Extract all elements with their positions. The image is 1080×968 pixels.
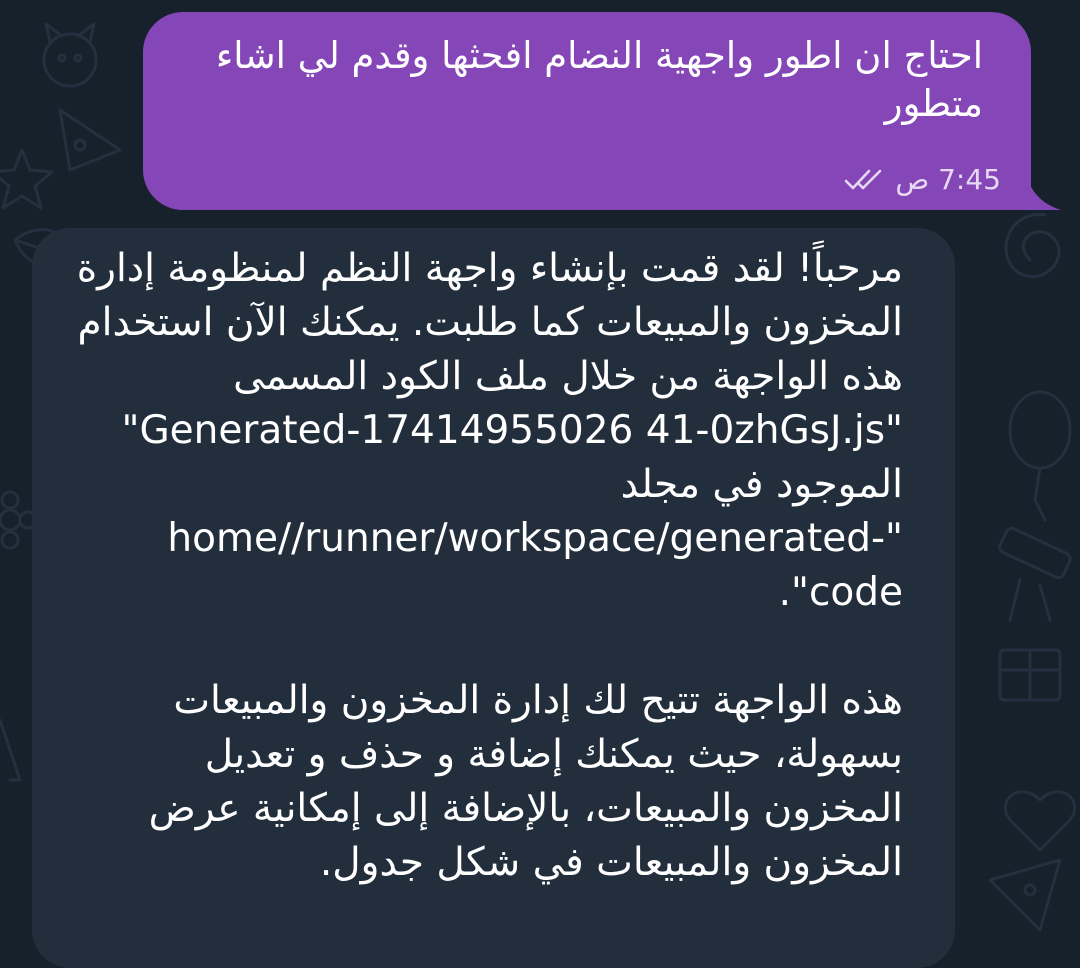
doodle-cat-icon <box>42 22 98 88</box>
incoming-message-bubble[interactable]: مرحباً! لقد قمت بإنشاء واجهة النظم لمنظو… <box>32 228 955 968</box>
doodle-heart-icon <box>1003 790 1077 852</box>
doodle-spiral-icon <box>1004 213 1061 278</box>
doodle-cup-icon <box>0 718 22 782</box>
incoming-message-paragraph: مرحباً! لقد قمت بإنشاء واجهة النظم لمنظو… <box>76 246 903 615</box>
message-meta: 7:45 ص <box>843 163 1001 196</box>
double-check-icon <box>845 169 882 189</box>
doodle-star-icon <box>0 148 54 210</box>
bubble-tail <box>1025 170 1061 210</box>
doodle-pizza-icon <box>58 108 122 172</box>
doodle-gift-icon <box>998 648 1062 702</box>
outgoing-message-text: احتاج ان اطور واجهية النضام افحثها وقدم … <box>204 34 983 125</box>
outgoing-message-bubble[interactable]: احتاج ان اطور واجهية النضام افحثها وقدم … <box>143 12 1061 210</box>
doodle-flower-icon <box>0 490 38 550</box>
doodle-balloon-icon <box>1008 390 1072 522</box>
doodle-telescope-icon <box>998 526 1072 622</box>
incoming-message-paragraph: هذه الواجهة تتيح لك إدارة المخزون والمبي… <box>148 678 903 885</box>
message-time: 7:45 ص <box>895 163 1001 196</box>
doodle-pizza-slice-icon <box>988 858 1062 932</box>
